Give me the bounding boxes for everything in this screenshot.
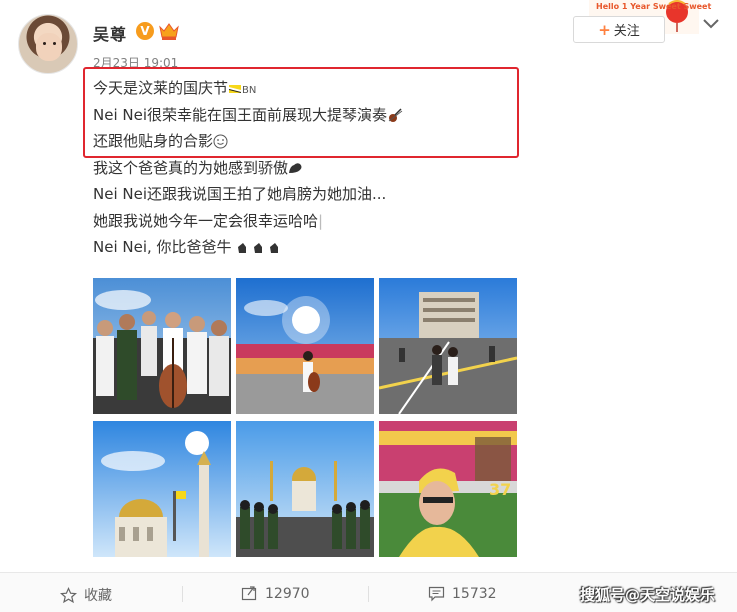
star-icon — [60, 586, 77, 603]
comment-icon — [428, 586, 445, 602]
favorite-button[interactable]: 收藏 — [60, 585, 112, 605]
svg-text:37: 37 — [489, 480, 511, 499]
verified-badge: V — [136, 22, 154, 40]
comment-count: 15732 — [452, 585, 497, 602]
photo-group-cello[interactable] — [93, 278, 231, 414]
muscle-icon — [289, 163, 302, 173]
photo-selfie-stadium[interactable]: 37 — [379, 421, 517, 557]
follow-button[interactable]: + 关注 — [573, 16, 665, 43]
photo-guards-parade[interactable] — [236, 421, 374, 557]
username[interactable]: 吴尊 — [93, 21, 127, 45]
post-line-7: Nei Nei, 你比爸爸牛 — [93, 234, 533, 261]
photo-stage-performance[interactable] — [236, 278, 374, 414]
avatar-face — [36, 33, 62, 61]
repost-button[interactable]: 12970 — [241, 585, 310, 602]
text-cursor: | — [318, 211, 324, 230]
comment-button[interactable]: 15732 — [428, 585, 497, 602]
festival-banner-text: Hello 1 Year Sweet Sweet — [596, 2, 712, 11]
favorite-label: 收藏 — [84, 588, 112, 604]
post-line-4: 我这个爸爸真的为她感到骄傲 — [93, 155, 533, 182]
follow-label: 关注 — [613, 24, 640, 39]
crown-icon — [159, 23, 179, 40]
toolbar-separator — [368, 586, 369, 602]
repost-count: 12970 — [265, 585, 310, 602]
avatar-eye-right — [53, 42, 56, 45]
watermark: 搜狐号@天空说娱乐 — [580, 586, 716, 604]
toolbar-separator — [182, 586, 183, 602]
photo-mosque[interactable] — [93, 421, 231, 557]
avatar[interactable] — [18, 14, 78, 74]
plus-icon: + — [598, 20, 611, 39]
post-line-5: Nei Nei还跟我说国王拍了她肩膀为她加油... — [93, 185, 387, 203]
toolbar-divider — [0, 572, 737, 573]
repost-icon — [241, 586, 257, 601]
thumbs-icon — [238, 242, 279, 253]
avatar-eye-left — [43, 42, 46, 45]
highlight-box — [83, 67, 519, 158]
chevron-down-icon[interactable] — [700, 14, 722, 34]
post-line-6: 她跟我说她今年一定会很幸运哈哈| — [93, 211, 324, 230]
photo-street-parade[interactable] — [379, 278, 517, 414]
